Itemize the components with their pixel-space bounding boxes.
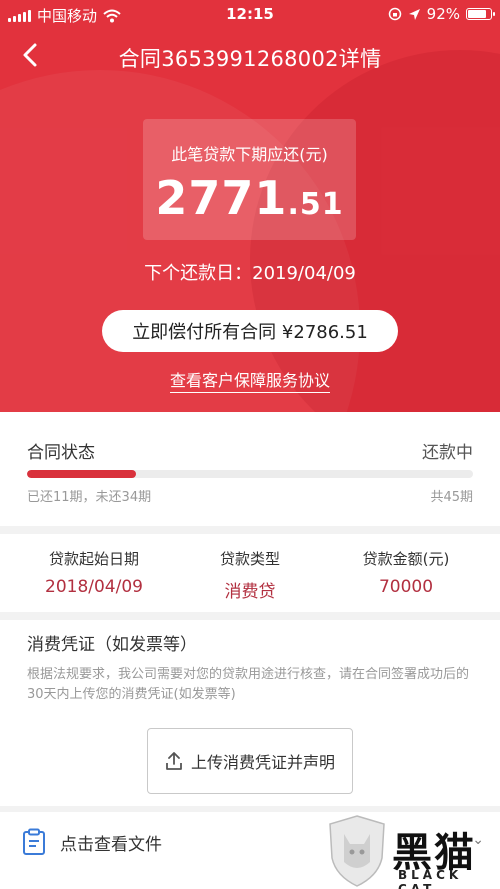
installments-summary: 已还11期，未还34期	[27, 490, 152, 505]
next-payment-date: 下个还款日：2019/04/09	[144, 263, 356, 284]
info-label: 贷款起始日期	[48, 550, 139, 568]
info-value: 70000	[378, 577, 434, 597]
battery-percent: 92%	[426, 5, 460, 23]
installments-total: 共45期	[430, 490, 473, 505]
next-payment-label: 此笔贷款下期应还(元)	[171, 145, 328, 164]
progress-fill	[27, 470, 136, 478]
amount-integer: 2771	[155, 171, 288, 225]
repayment-header: 中国移动 12:15 92% 合同3653991268002详情 此笔贷款下期应…	[0, 0, 500, 412]
info-label: 贷款金额(元)	[362, 550, 450, 568]
info-label: 贷款类型	[219, 550, 280, 568]
loan-info-section: 贷款起始日期 2018/04/09 贷款类型 消费贷 贷款金额(元) 70000	[0, 534, 500, 612]
upload-icon	[166, 752, 182, 770]
customer-agreement-link[interactable]: 查看客户保障服务协议	[169, 371, 330, 393]
upload-voucher-label: 上传消费凭证并声明	[190, 753, 335, 772]
amount-decimal: .51	[287, 187, 344, 222]
view-files-label: 点击查看文件	[60, 834, 162, 855]
info-value: 2018/04/09	[45, 577, 143, 597]
rotation-lock-icon	[388, 7, 401, 21]
watermark: 黑猫 BLACK CAT	[320, 812, 500, 889]
location-icon	[408, 8, 420, 20]
next-payment-card: 此笔贷款下期应还(元) 2771.51	[143, 119, 356, 240]
page-title: 合同3653991268002详情	[118, 47, 382, 71]
watermark-subtitle: BLACK CAT	[398, 868, 463, 889]
battery-icon	[466, 8, 495, 20]
upload-voucher-button[interactable]: 上传消费凭证并声明	[147, 728, 353, 794]
repayment-progress-bar	[27, 470, 473, 478]
contract-status-title: 合同状态	[27, 443, 95, 463]
contract-status-value: 还款中	[422, 443, 473, 463]
info-value: 消费贷	[224, 582, 276, 602]
status-bar: 中国移动 12:15 92%	[0, 0, 500, 30]
loan-amount: 贷款金额(元) 70000	[336, 548, 476, 597]
view-files-row[interactable]: 点击查看文件	[22, 828, 162, 856]
pay-all-button[interactable]: 立即偿付所有合同 ¥2786.51	[102, 310, 398, 352]
next-payment-amount: 2771.51	[143, 171, 356, 225]
loan-start-date: 贷款起始日期 2018/04/09	[24, 548, 164, 597]
voucher-section: 消费凭证（如发票等） 根据法规要求，我公司需要对您的贷款用途进行核查，请在合同签…	[0, 620, 500, 806]
cat-shield-logo	[329, 815, 385, 887]
voucher-title: 消费凭证（如发票等）	[27, 635, 197, 655]
loan-type: 贷款类型 消费贷	[180, 548, 320, 602]
clipboard-icon	[23, 828, 45, 855]
nav-bar: 合同3653991268002详情	[0, 34, 500, 78]
voucher-description: 根据法规要求，我公司需要对您的贷款用途进行核查，请在合同签署成功后的30天内上传…	[27, 667, 470, 702]
contract-status-section: 合同状态 还款中	[0, 412, 500, 526]
agreement-link-row: 查看客户保障服务协议	[0, 367, 500, 393]
